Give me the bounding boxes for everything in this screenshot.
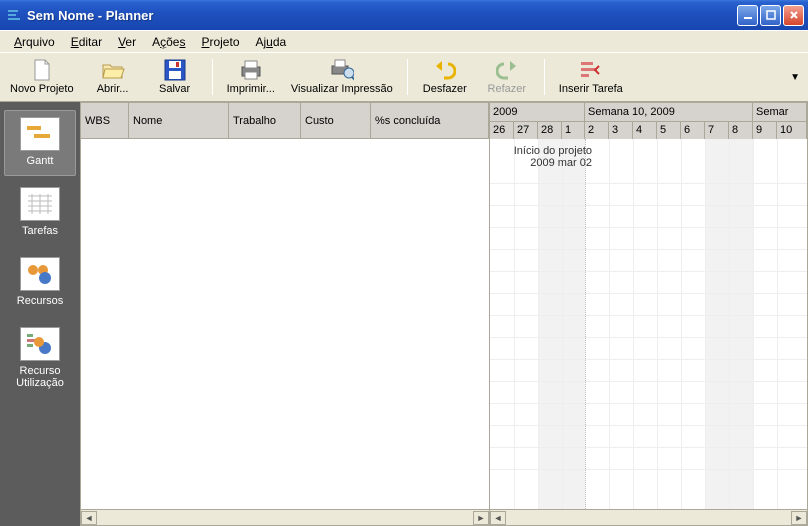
timeline-header-right[interactable]: Semar <box>753 103 807 121</box>
redo-button[interactable]: Refazer <box>476 57 538 97</box>
minimize-button[interactable] <box>737 5 758 26</box>
close-button[interactable] <box>783 5 804 26</box>
scroll-left-icon[interactable]: ◄ <box>81 511 97 525</box>
sidebar-item-gantt[interactable]: Gantt <box>4 110 76 176</box>
timeline-body[interactable]: Início do projeto 2009 mar 02 <box>490 139 807 509</box>
save-button[interactable]: Salvar <box>144 57 206 97</box>
usage-icon <box>20 327 60 361</box>
redo-icon <box>495 59 519 81</box>
new-project-button[interactable]: Novo Projeto <box>2 57 82 97</box>
app-icon <box>6 7 22 23</box>
timeline-pane: 2009 Semana 10, 2009 Semar 26 27 28 1 2 … <box>490 102 808 526</box>
tasks-icon <box>20 187 60 221</box>
workarea: Gantt Tarefas Recursos Recurso Utilizaçã… <box>0 102 808 526</box>
task-table-header: WBS Nome Trabalho Custo %s concluída <box>81 103 489 139</box>
sidebar-item-usage[interactable]: Recurso Utilização <box>4 320 76 398</box>
print-button[interactable]: Imprimir... <box>219 57 283 97</box>
view-sidebar: Gantt Tarefas Recursos Recurso Utilizaçã… <box>0 102 80 526</box>
toolbar-overflow[interactable]: ▼ <box>790 72 800 83</box>
toolbar-separator <box>407 59 408 95</box>
timeline-header-left[interactable]: 2009 <box>490 103 585 121</box>
menu-projeto[interactable]: Projeto <box>193 33 247 51</box>
print-preview-button[interactable]: Visualizar Impressão <box>283 57 401 97</box>
insert-task-icon <box>579 59 603 81</box>
scroll-right-icon[interactable]: ► <box>791 511 807 525</box>
menu-editar[interactable]: Editar <box>63 33 110 51</box>
scroll-left-icon[interactable]: ◄ <box>490 511 506 525</box>
window-title: Sem Nome - Planner <box>27 8 737 23</box>
menu-ajuda[interactable]: Ajuda <box>248 33 295 51</box>
menu-acoes[interactable]: Ações <box>144 33 193 51</box>
col-work[interactable]: Trabalho <box>229 103 301 138</box>
timeline-header-mid[interactable]: Semana 10, 2009 <box>585 103 753 121</box>
task-table-body[interactable] <box>81 139 489 509</box>
project-start-label: Início do projeto 2009 mar 02 <box>514 145 592 169</box>
maximize-button[interactable] <box>760 5 781 26</box>
toolbar-separator <box>544 59 545 95</box>
insert-task-button[interactable]: Inserir Tarefa <box>551 57 631 97</box>
undo-icon <box>433 59 457 81</box>
sidebar-item-tasks[interactable]: Tarefas <box>4 180 76 246</box>
col-pct[interactable]: %s concluída <box>371 103 489 138</box>
floppy-icon <box>163 59 187 81</box>
toolbar-separator <box>212 59 213 95</box>
toolbar: Novo Projeto Abrir... Salvar Imprimir...… <box>0 52 808 102</box>
undo-button[interactable]: Desfazer <box>414 57 476 97</box>
folder-open-icon <box>101 59 125 81</box>
timeline-header: 2009 Semana 10, 2009 Semar 26 27 28 1 2 … <box>490 103 807 139</box>
col-wbs[interactable]: WBS <box>81 103 129 138</box>
menu-ver[interactable]: Ver <box>110 33 144 51</box>
menubar: Arquivo Editar Ver Ações Projeto Ajuda <box>0 30 808 52</box>
task-table-pane: WBS Nome Trabalho Custo %s concluída ◄ ► <box>80 102 490 526</box>
task-hscroll[interactable]: ◄ ► <box>81 509 489 525</box>
col-cost[interactable]: Custo <box>301 103 371 138</box>
menu-arquivo[interactable]: Arquivo <box>6 33 63 51</box>
scroll-right-icon[interactable]: ► <box>473 511 489 525</box>
gantt-icon <box>20 117 60 151</box>
timeline-hscroll[interactable]: ◄ ► <box>490 509 807 525</box>
col-name[interactable]: Nome <box>129 103 229 138</box>
resources-icon <box>20 257 60 291</box>
titlebar: Sem Nome - Planner <box>0 0 808 30</box>
new-file-icon <box>30 59 54 81</box>
sidebar-item-resources[interactable]: Recursos <box>4 250 76 316</box>
print-preview-icon <box>330 59 354 81</box>
printer-icon <box>239 59 263 81</box>
open-button[interactable]: Abrir... <box>82 57 144 97</box>
